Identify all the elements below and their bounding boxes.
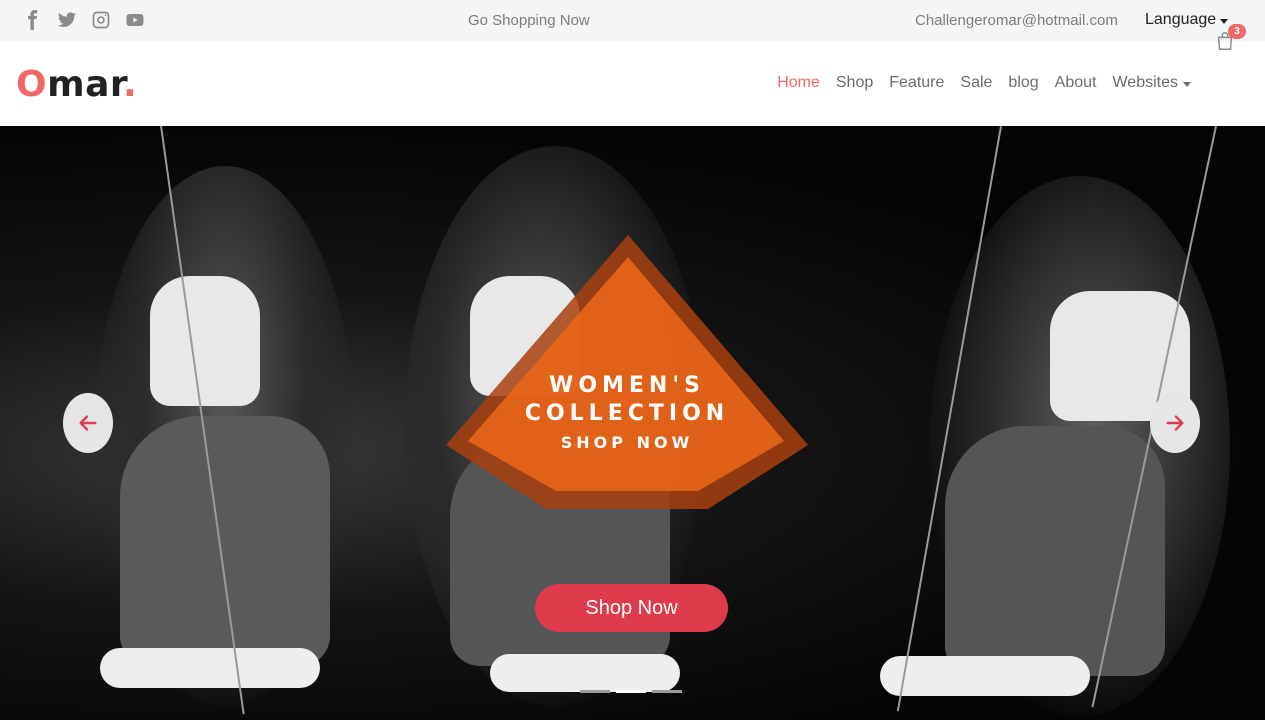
twitter-icon[interactable] bbox=[56, 9, 78, 31]
hero-line-collection: COLLECTION bbox=[524, 401, 730, 426]
arrow-right-icon bbox=[1166, 415, 1184, 431]
instagram-icon[interactable] bbox=[90, 9, 112, 31]
nav-item-feature[interactable]: Feature bbox=[889, 74, 944, 92]
chevron-down-icon bbox=[1220, 18, 1229, 24]
slider-next-button[interactable] bbox=[1150, 393, 1200, 453]
logo-dot: . bbox=[123, 64, 138, 105]
nav-item-shop[interactable]: Shop bbox=[836, 74, 873, 92]
site-logo[interactable]: Omar. bbox=[16, 64, 137, 105]
slide-indicator-active[interactable] bbox=[616, 690, 646, 693]
cart-count-badge: 3 bbox=[1228, 24, 1246, 39]
slider-prev-button[interactable] bbox=[63, 393, 113, 453]
slider-indicators bbox=[580, 690, 682, 693]
language-label: Language bbox=[1145, 11, 1217, 28]
nav-item-sale[interactable]: Sale bbox=[960, 74, 992, 92]
social-links bbox=[22, 9, 146, 31]
logo-initial: O bbox=[16, 64, 48, 105]
top-bar: Go Shopping Now Challengeromar@hotmail.c… bbox=[0, 0, 1265, 42]
hero-leg-right bbox=[945, 426, 1165, 676]
hero-shoe-left bbox=[100, 648, 320, 688]
nav-item-blog[interactable]: blog bbox=[1008, 74, 1038, 92]
slide-indicator[interactable] bbox=[652, 690, 682, 693]
youtube-icon[interactable] bbox=[124, 9, 146, 31]
hero-shoe-center bbox=[490, 654, 680, 692]
main-navbar: Omar. Home Shop Feature Sale blog About … bbox=[0, 42, 1265, 127]
language-dropdown[interactable]: Language bbox=[1145, 11, 1229, 29]
nav-item-about[interactable]: About bbox=[1055, 74, 1097, 92]
logo-text: mar bbox=[47, 64, 124, 105]
hero-shoe-right bbox=[880, 656, 1090, 696]
slide-indicator[interactable] bbox=[580, 690, 610, 693]
contact-email[interactable]: Challengeromar@hotmail.com bbox=[915, 12, 1118, 29]
chevron-down-icon bbox=[1183, 81, 1191, 87]
hero-leg-left bbox=[120, 416, 330, 666]
hero-shirt-left bbox=[150, 276, 260, 406]
shop-now-button[interactable]: Shop Now bbox=[535, 584, 728, 632]
main-nav: Home Shop Feature Sale blog About Websit… bbox=[777, 74, 1191, 92]
nav-item-websites[interactable]: Websites bbox=[1112, 74, 1191, 92]
nav-item-websites-label: Websites bbox=[1112, 74, 1178, 91]
hero-line-shop-now: SHOP NOW bbox=[560, 433, 694, 452]
arrow-left-icon bbox=[79, 415, 97, 431]
hero-headline: WOMEN'S COLLECTION SHOP NOW bbox=[446, 372, 808, 458]
facebook-icon[interactable] bbox=[22, 9, 44, 31]
nav-item-home[interactable]: Home bbox=[777, 74, 820, 92]
promo-text: Go Shopping Now bbox=[468, 12, 590, 29]
hero-line-womens: WOMEN'S bbox=[549, 373, 705, 398]
